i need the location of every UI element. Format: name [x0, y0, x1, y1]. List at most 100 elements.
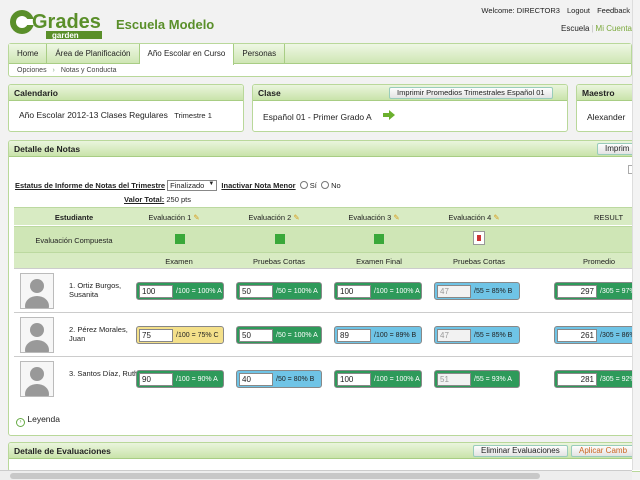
- nav-tabs: Home Área de Planificación Año Escolar e…: [9, 44, 631, 65]
- average-text: /305 = 86%: [600, 331, 636, 339]
- plus-icon[interactable]: [275, 234, 285, 244]
- score-cell: 75/100 = 75% C: [136, 326, 224, 344]
- user-links: Escuela | Mi Cuenta: [561, 24, 632, 33]
- scrollbar-thumb[interactable]: [10, 473, 540, 479]
- pencil-icon[interactable]: ✎: [493, 213, 499, 222]
- radio-no-label: No: [331, 181, 341, 190]
- tab-area-planificacion[interactable]: Área de Planificación: [47, 44, 140, 63]
- score-cell: 47/55 = 85% B: [434, 326, 520, 344]
- radio-circle-icon[interactable]: [320, 181, 329, 189]
- valor-total: Valor Total: 250 pts: [124, 195, 191, 204]
- composite-row: Evaluación Compuesta: [14, 226, 638, 252]
- main-navigation: Home Área de Planificación Año Escolar e…: [8, 43, 632, 77]
- plus-icon[interactable]: [175, 234, 185, 244]
- logout-link[interactable]: Logout: [567, 6, 590, 15]
- plus-icon[interactable]: [374, 234, 384, 244]
- breadcrumb-separator: ›: [52, 67, 55, 74]
- score-input[interactable]: 75: [139, 328, 173, 342]
- tab-personas[interactable]: Personas: [234, 44, 286, 63]
- score-cell: 90/100 = 90% A: [136, 370, 224, 388]
- grades-detail-title: Detalle de Notas: [9, 141, 640, 157]
- welcome-text: Welcome: DIRECTOR3: [481, 6, 560, 15]
- average-text: /305 = 97%: [600, 287, 636, 295]
- print-averages-button[interactable]: Imprimir Promedios Trimestrales Español …: [389, 87, 553, 99]
- arrow-right-icon[interactable]: [383, 110, 395, 120]
- score-text: /55 = 85% B: [474, 331, 513, 339]
- chevron-down-icon: ▼: [208, 181, 215, 187]
- score-text: /50 = 100% A: [276, 287, 318, 295]
- score-input[interactable]: 89: [337, 328, 371, 342]
- tab-ano-escolar[interactable]: Año Escolar en Curso: [139, 44, 235, 65]
- subhead-promedio: Promedio: [582, 257, 616, 266]
- column-evaluacion-4[interactable]: Evaluación 4 ✎: [434, 213, 514, 222]
- pencil-icon[interactable]: ✎: [393, 213, 399, 222]
- table-row: 2. Pérez Morales, Juan 75/100 = 75% C 50…: [14, 312, 640, 360]
- status-select-value: Finalizado: [170, 181, 205, 190]
- student-name[interactable]: 1. Ortiz Burgos, Susanita: [69, 281, 144, 299]
- average-cell: 281/305 = 92%: [554, 370, 640, 388]
- column-evaluacion-2[interactable]: Evaluación 2 ✎: [234, 213, 314, 222]
- score-input[interactable]: 100: [337, 284, 371, 298]
- score-input[interactable]: 100: [139, 284, 173, 298]
- evaluacion-4-label: Evaluación 4: [448, 213, 492, 222]
- student-name[interactable]: 3. Santos Díaz, Ruth: [69, 369, 144, 378]
- column-resultado: RESULT: [594, 213, 624, 222]
- radio-circle-icon[interactable]: [299, 181, 308, 189]
- aplicar-cambios-button[interactable]: Aplicar Camb: [571, 445, 636, 457]
- score-text: /55 = 85% B: [474, 287, 513, 295]
- table-row: 3. Santos Díaz, Ruth 90/100 = 90% A 40/5…: [14, 356, 640, 404]
- average-cell: 297/305 = 97%: [554, 282, 640, 300]
- average-cell: 261/305 = 86%: [554, 326, 640, 344]
- evaluacion-2-label: Evaluación 2: [248, 213, 292, 222]
- calendar-text: Año Escolar 2012-13 Clases Regulares Tri…: [19, 110, 212, 120]
- evaluacion-1-label: Evaluación 1: [148, 213, 192, 222]
- status-label: Estatus de Informe de Notas del Trimestr…: [15, 181, 166, 190]
- pencil-icon[interactable]: ✎: [293, 213, 299, 222]
- radio-no[interactable]: No: [320, 181, 341, 190]
- radio-si[interactable]: Sí: [299, 181, 317, 190]
- score-cell: 50/50 = 100% A: [236, 282, 322, 300]
- breadcrumb: Opciones › Notas y Conducta: [17, 67, 116, 74]
- subhead-examen-final: Examen Final: [356, 257, 402, 266]
- calendar-year: Año Escolar 2012-13 Clases Regulares: [19, 110, 168, 120]
- score-cell: 100/100 = 100% A: [334, 370, 422, 388]
- score-cell: 89/100 = 89% B: [334, 326, 422, 344]
- score-input[interactable]: 40: [239, 372, 273, 386]
- pencil-icon[interactable]: ✎: [193, 213, 199, 222]
- score-input[interactable]: 90: [139, 372, 173, 386]
- score-cell: 51/55 = 93% A: [434, 370, 520, 388]
- breadcrumb-opciones[interactable]: Opciones: [17, 67, 47, 74]
- horizontal-scrollbar[interactable]: [0, 470, 632, 480]
- escuela-link[interactable]: Escuela: [561, 24, 589, 33]
- avatar: [20, 317, 54, 360]
- teacher-title: Maestro: [577, 85, 640, 101]
- mi-cuenta-link[interactable]: Mi Cuenta: [596, 24, 632, 33]
- gradesgarden-logo[interactable]: Grades garden: [8, 6, 104, 40]
- score-input[interactable]: 50: [239, 284, 273, 298]
- evaluations-detail-panel: Detalle de Evaluaciones Eliminar Evaluac…: [8, 442, 640, 472]
- score-input: 47: [437, 284, 471, 298]
- vertical-scrollbar[interactable]: [632, 0, 640, 470]
- teacher-name: Alexander: [587, 112, 626, 122]
- average-value: 261: [557, 328, 597, 342]
- evaluation-header-row: Estudiante Evaluación 1 ✎ Evaluación 2 ✎…: [14, 207, 638, 225]
- column-evaluacion-3[interactable]: Evaluación 3 ✎: [334, 213, 414, 222]
- tab-home[interactable]: Home: [9, 44, 48, 63]
- eliminar-evaluaciones-button[interactable]: Eliminar Evaluaciones: [473, 445, 568, 457]
- score-cell: 50/50 = 100% A: [236, 326, 322, 344]
- breadcrumb-notas[interactable]: Notas y Conducta: [61, 67, 117, 74]
- feedback-link[interactable]: Feedback: [597, 6, 630, 15]
- leyenda-toggle[interactable]: › Leyenda: [16, 414, 60, 427]
- student-name[interactable]: 2. Pérez Morales, Juan: [69, 325, 144, 343]
- average-text: /305 = 92%: [600, 375, 636, 383]
- score-input[interactable]: 50: [239, 328, 273, 342]
- composite-document-icon[interactable]: [473, 231, 485, 245]
- column-estudiante: Estudiante: [54, 213, 94, 222]
- average-value: 297: [557, 284, 597, 298]
- score-text: /100 = 100% A: [374, 287, 420, 295]
- column-evaluacion-1[interactable]: Evaluación 1 ✎: [134, 213, 214, 222]
- score-text: /50 = 80% B: [276, 375, 315, 383]
- status-select[interactable]: Finalizado ▼: [167, 180, 218, 191]
- score-cell: 40/50 = 80% B: [236, 370, 322, 388]
- score-input[interactable]: 100: [337, 372, 371, 386]
